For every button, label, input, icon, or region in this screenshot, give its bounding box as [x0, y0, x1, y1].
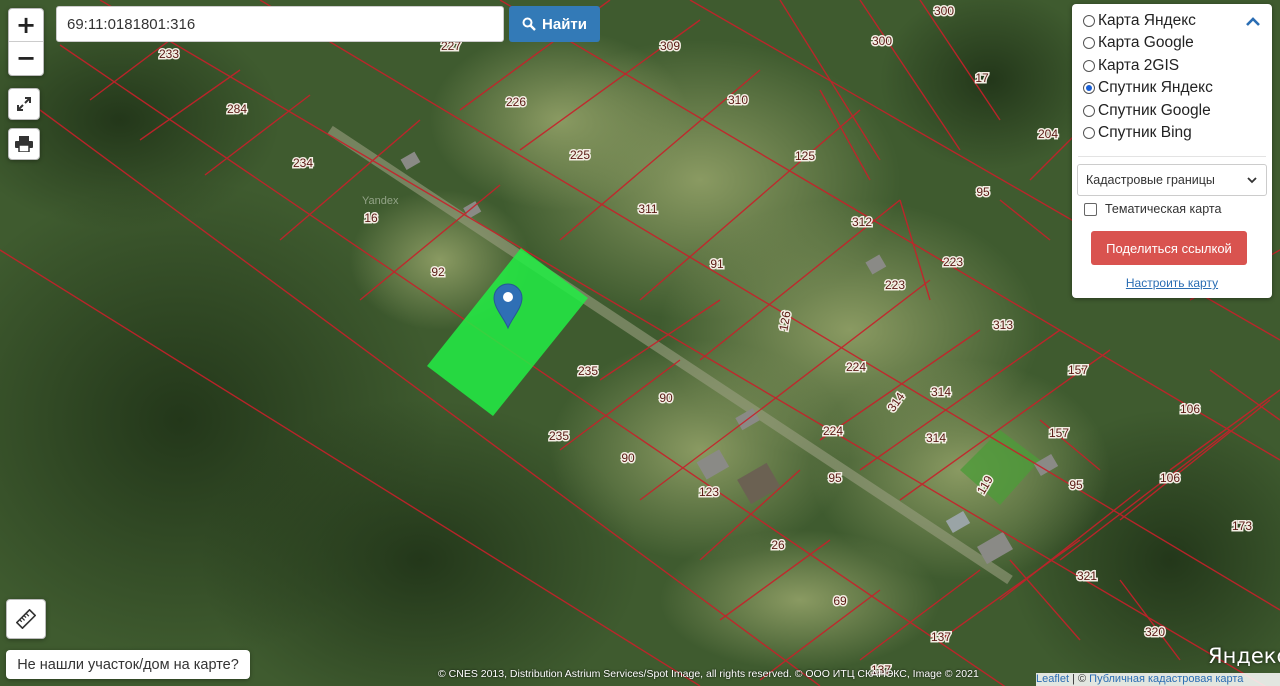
overlay-select-value: Кадастровые границы: [1086, 173, 1215, 187]
basemap-option[interactable]: Спутник Google: [1083, 100, 1211, 122]
parcel-number-label: 106: [1160, 471, 1180, 485]
parcel-number-label: 17: [975, 71, 989, 85]
radio-button[interactable]: [1083, 60, 1095, 72]
basemap-option[interactable]: Карта Google: [1083, 32, 1194, 54]
parcel-number-label: 69: [833, 594, 847, 608]
thematic-map-toggle[interactable]: Тематическая карта: [1084, 202, 1221, 216]
parcel-number-label: 320: [1145, 625, 1165, 639]
basemap-option[interactable]: Карта Яндекс: [1083, 10, 1196, 32]
layers-panel: Карта Яндекс Карта Google Карта 2GIS Спутни…: [1072, 4, 1272, 298]
radio-button[interactable]: [1083, 82, 1095, 94]
search-icon: [522, 17, 536, 31]
zoom-out-button[interactable]: −: [9, 41, 43, 74]
overlay-select[interactable]: Кадастровые границы: [1077, 164, 1267, 196]
radio-button[interactable]: [1083, 105, 1095, 117]
parcel-number-label: 95: [1069, 478, 1083, 492]
parcel-number-label: 224: [846, 360, 866, 374]
parcel-number-label: 309: [660, 39, 680, 53]
parcel-number-label: 224: [823, 424, 843, 438]
parcel-number-label: 90: [621, 451, 635, 465]
basemap-option-label: Спутник Яндекс: [1098, 79, 1213, 96]
parcel-number-label: 92: [431, 265, 445, 279]
cadastral-map-link[interactable]: Публичная кадастровая карта: [1089, 673, 1243, 685]
yandex-watermark: Yandex: [362, 195, 399, 207]
parcel-number-label: 223: [943, 255, 963, 269]
expand-icon: [17, 97, 31, 111]
parcel-number-label: 226: [506, 95, 526, 109]
parcel-number-label: 233: [159, 47, 179, 61]
parcel-number-label: 313: [993, 318, 1013, 332]
parcel-number-label: 137: [931, 630, 951, 644]
parcel-number-label: 204: [1038, 127, 1058, 141]
basemap-option[interactable]: Спутник Bing: [1083, 122, 1192, 144]
basemap-option[interactable]: Спутник Яндекс: [1083, 77, 1213, 99]
parcel-number-label: 314: [926, 431, 946, 445]
radio-button[interactable]: [1083, 15, 1095, 27]
panel-divider: [1078, 156, 1266, 157]
parcel-number-label: 26: [771, 538, 785, 552]
parcel-number-label: 284: [227, 102, 247, 116]
search-button-label: Найти: [542, 15, 587, 33]
parcel-number-label: 16: [364, 211, 378, 225]
parcel-number-label: 225: [570, 148, 590, 162]
basemap-option[interactable]: Карта 2GIS: [1083, 55, 1179, 77]
zoom-control: + −: [8, 8, 44, 76]
configure-map-link[interactable]: Настроить карту: [1072, 276, 1272, 290]
parcel-number-label: 321: [1077, 569, 1097, 583]
measure-button[interactable]: [6, 599, 46, 639]
map-attribution: © CNES 2013, Distribution Astrium Servic…: [438, 668, 979, 680]
parcel-not-found-button[interactable]: Не нашли участок/дом на карте?: [6, 650, 250, 679]
parcel-number-label: 300: [934, 4, 954, 18]
thematic-map-label: Тематическая карта: [1105, 202, 1222, 216]
parcel-number-label: 157: [1068, 363, 1088, 377]
parcel-number-label: 173: [1232, 519, 1252, 533]
chevron-down-icon: [1247, 177, 1257, 184]
parcel-number-label: 235: [578, 364, 598, 378]
collapse-panel-button[interactable]: [1246, 14, 1260, 32]
fullscreen-button[interactable]: [8, 88, 40, 120]
parcel-number-label: 310: [728, 93, 748, 107]
parcel-number-label: 314: [931, 385, 951, 399]
basemap-option-label: Карта Google: [1098, 34, 1194, 51]
attribution-separator: | ©: [1069, 673, 1090, 685]
parcel-number-label: 90: [659, 391, 673, 405]
printer-icon: [15, 136, 33, 152]
basemap-option-label: Спутник Google: [1098, 102, 1211, 119]
parcel-number-label: 300: [872, 34, 892, 48]
chevron-up-icon: [1246, 17, 1260, 26]
search-button[interactable]: Найти: [509, 6, 600, 42]
parcel-number-label: 106: [1180, 402, 1200, 416]
share-link-button[interactable]: Поделиться ссылкой: [1091, 231, 1247, 265]
basemap-option-label: Спутник Bing: [1098, 124, 1192, 141]
parcel-number-label: 312: [852, 215, 872, 229]
parcel-number-label: 234: [293, 156, 313, 170]
leaflet-link[interactable]: Leaflet: [1036, 673, 1069, 685]
parcel-number-label: 223: [885, 278, 905, 292]
parcel-number-label: 95: [976, 185, 990, 199]
parcel-number-label: 95: [828, 471, 842, 485]
basemap-option-label: Карта Яндекс: [1098, 12, 1196, 29]
radio-button[interactable]: [1083, 127, 1095, 139]
attribution-links: Leaflet | © Публичная кадастровая карта: [1036, 673, 1280, 686]
parcel-number-label: 123: [699, 485, 719, 499]
parcel-number-label: 91: [710, 257, 724, 271]
parcel-number-label: 235: [549, 429, 569, 443]
parcel-number-label: 125: [795, 149, 815, 163]
zoom-in-button[interactable]: +: [9, 9, 43, 41]
radio-button[interactable]: [1083, 37, 1095, 49]
parcel-number-label: 157: [1049, 426, 1069, 440]
cadastral-search-input[interactable]: [56, 6, 504, 42]
print-button[interactable]: [8, 128, 40, 160]
yandex-logo: Яндекс: [1208, 644, 1280, 668]
thematic-map-checkbox[interactable]: [1084, 202, 1097, 216]
basemap-option-label: Карта 2GIS: [1098, 57, 1180, 74]
ruler-icon: [16, 609, 36, 629]
parcel-number-label: 311: [638, 202, 657, 216]
